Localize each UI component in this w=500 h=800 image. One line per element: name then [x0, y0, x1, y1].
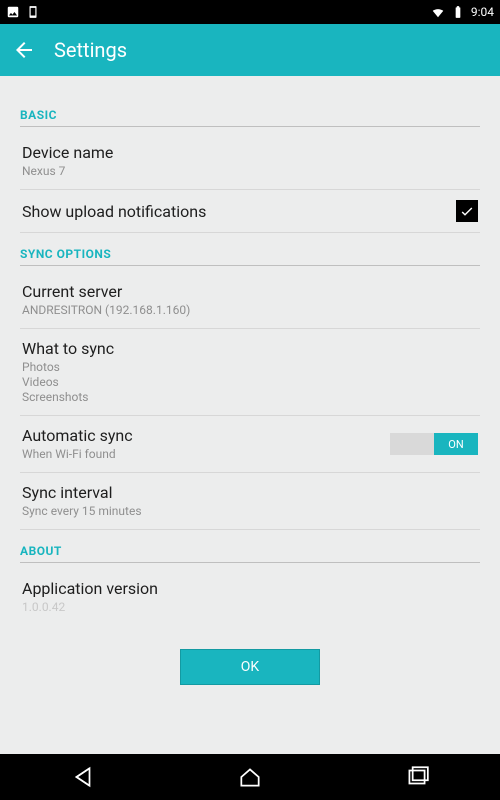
status-time: 9:04	[471, 5, 494, 19]
row-automatic-sync[interactable]: Automatic sync When Wi-Fi found ON	[20, 416, 480, 473]
section-header-about: ABOUT	[20, 544, 480, 558]
nav-home-icon[interactable]	[237, 764, 263, 790]
section-header-sync: SYNC OPTIONS	[20, 247, 480, 261]
wifi-icon	[431, 5, 445, 19]
row-app-version: Application version 1.0.0.42	[20, 569, 480, 625]
divider	[20, 265, 480, 266]
divider	[20, 562, 480, 563]
row-upload-notifications[interactable]: Show upload notifications	[20, 190, 480, 233]
image-icon	[6, 5, 20, 19]
row-sync-interval[interactable]: Sync interval Sync every 15 minutes	[20, 473, 480, 530]
row-sub: ANDRESITRON (192.168.1.160)	[22, 303, 478, 318]
battery-icon	[451, 5, 465, 19]
page-title: Settings	[54, 38, 127, 62]
row-title: Show upload notifications	[22, 202, 456, 221]
nav-back-icon[interactable]	[70, 764, 96, 790]
row-title: Application version	[22, 579, 478, 598]
row-title: Device name	[22, 143, 478, 162]
status-bar: 9:04	[0, 0, 500, 24]
divider	[20, 126, 480, 127]
row-title: Automatic sync	[22, 426, 390, 445]
device-icon	[26, 5, 40, 19]
toggle-automatic-sync[interactable]: ON	[390, 433, 478, 455]
section-header-basic: BASIC	[20, 108, 480, 122]
check-icon	[459, 203, 475, 219]
row-what-to-sync[interactable]: What to sync Photos Videos Screenshots	[20, 329, 480, 416]
row-sub: Nexus 7	[22, 164, 478, 179]
ok-button[interactable]: OK	[180, 649, 320, 685]
toggle-on-label: ON	[434, 433, 478, 455]
ok-row: OK	[20, 625, 480, 693]
row-title: Sync interval	[22, 483, 478, 502]
checkbox-upload-notifications[interactable]	[456, 200, 478, 222]
row-title: Current server	[22, 282, 478, 301]
back-icon[interactable]	[12, 38, 36, 62]
toggle-off-track	[390, 433, 434, 455]
app-bar: Settings	[0, 24, 500, 76]
row-device-name[interactable]: Device name Nexus 7	[20, 133, 480, 190]
row-title: What to sync	[22, 339, 478, 358]
row-sub: Sync every 15 minutes	[22, 504, 478, 519]
row-sub: Photos Videos Screenshots	[22, 360, 478, 405]
row-sub: 1.0.0.42	[22, 600, 478, 615]
row-current-server[interactable]: Current server ANDRESITRON (192.168.1.16…	[20, 272, 480, 329]
settings-content: BASIC Device name Nexus 7 Show upload no…	[0, 76, 500, 754]
row-sub: When Wi-Fi found	[22, 447, 390, 462]
nav-bar	[0, 754, 500, 800]
nav-recent-icon[interactable]	[404, 764, 430, 790]
